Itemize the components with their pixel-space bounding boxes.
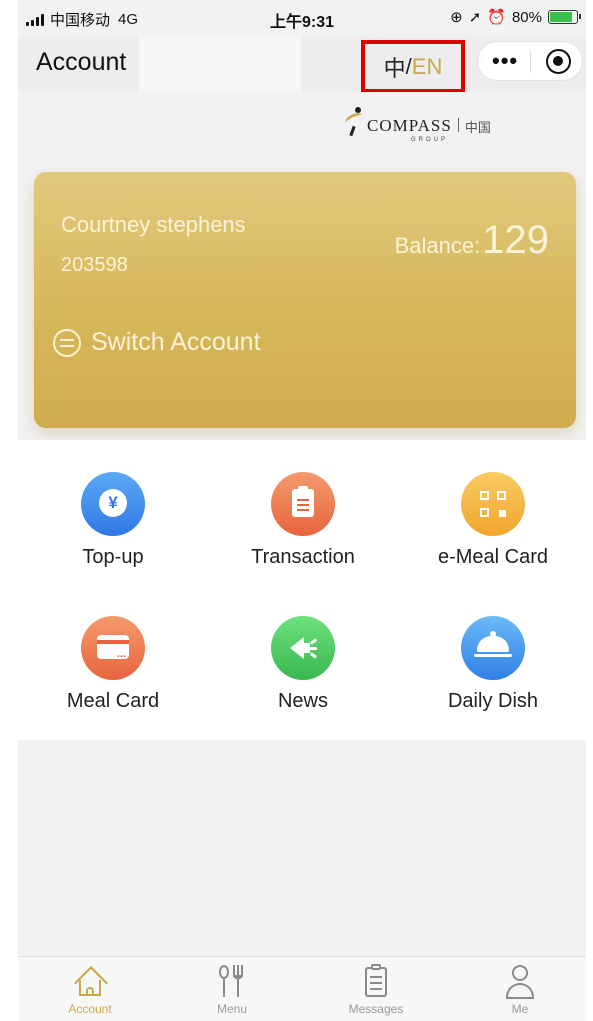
tab-me[interactable]: Me xyxy=(470,963,570,1016)
status-bar: 中国移动 4G 上午9:31 ⊕ ➚ ⏰ 80% xyxy=(18,0,586,36)
title-bar: Account 中 / EN ••• xyxy=(18,36,586,93)
lang-en: EN xyxy=(411,53,443,79)
close-target-icon[interactable] xyxy=(546,49,571,74)
tab-label: Account xyxy=(68,1002,112,1016)
logo-strip: COMPASS GROUP 中国 xyxy=(18,92,586,166)
grid-item-transaction[interactable]: Transaction xyxy=(208,472,398,569)
fork-spoon-icon xyxy=(215,963,249,999)
page-title: Account xyxy=(36,48,127,76)
tab-menu[interactable]: Menu xyxy=(182,963,282,1016)
tab-label: Messages xyxy=(348,1002,404,1016)
yen-coin-icon: ¥ xyxy=(81,472,145,536)
language-toggle[interactable]: 中 / EN xyxy=(361,40,465,93)
account-id: 203598 xyxy=(61,254,128,276)
balance: Balance:129 xyxy=(395,218,549,263)
status-right: ⊕ ➚ ⏰ 80% xyxy=(450,8,581,26)
logo-group: GROUP xyxy=(411,137,449,143)
clipboard-icon xyxy=(359,963,393,999)
account-name: Courtney stephens xyxy=(61,212,246,237)
function-grid: ¥ Top-up Transaction e-Meal Card Meal Ca… xyxy=(18,440,586,740)
grid-item-news[interactable]: News xyxy=(208,616,398,713)
lang-zh: 中 xyxy=(383,55,406,81)
grid-item-top-up[interactable]: ¥ Top-up xyxy=(18,472,208,569)
tab-label: Menu xyxy=(216,1002,248,1016)
tab-label: Me xyxy=(511,1002,529,1016)
battery-icon xyxy=(548,10,581,24)
switch-account-button[interactable]: Switch Account xyxy=(53,328,261,357)
grid-item-meal-card[interactable]: Meal Card xyxy=(18,616,208,713)
switch-account-label: Switch Account xyxy=(91,328,261,356)
phone-screen: 中国移动 4G 上午9:31 ⊕ ➚ ⏰ 80% Account 中 / EN … xyxy=(18,0,586,1021)
grid-item-label: e-Meal Card xyxy=(437,546,549,568)
grid-item-label: Meal Card xyxy=(66,690,160,712)
speaker-icon xyxy=(271,616,335,680)
tab-bar: Account Menu Messages Me xyxy=(18,956,586,1021)
battery-percent: 80% xyxy=(511,8,542,26)
grid-item-label: News xyxy=(277,690,328,712)
rotation-lock-icon: ⊕ xyxy=(450,9,463,26)
logo-region: 中国 xyxy=(464,120,491,135)
tab-account[interactable]: Account xyxy=(40,963,140,1016)
alarm-icon: ⏰ xyxy=(487,9,506,26)
balance-label: Balance: xyxy=(394,233,481,258)
location-icon: ➚ xyxy=(468,9,482,26)
grid-item-daily-dish[interactable]: Daily Dish xyxy=(398,616,586,713)
logo-divider xyxy=(457,118,459,132)
clipboard-icon xyxy=(271,472,335,536)
switch-icon xyxy=(53,328,81,357)
miniprogram-capsule: ••• xyxy=(477,41,583,81)
more-icon[interactable]: ••• xyxy=(492,48,518,74)
person-icon xyxy=(503,963,537,999)
capsule-divider xyxy=(530,51,531,73)
grid-item-label: Daily Dish xyxy=(447,690,539,712)
card-icon xyxy=(81,616,145,680)
title-blank-area xyxy=(139,36,301,92)
cloche-icon xyxy=(461,616,525,680)
logo-brand: COMPASS xyxy=(367,116,452,135)
grid-item-e-meal-card[interactable]: e-Meal Card xyxy=(398,472,586,569)
tab-messages[interactable]: Messages xyxy=(326,963,426,1016)
account-card: Courtney stephens 203598 Balance:129 Swi… xyxy=(34,172,576,428)
grid-item-label: Transaction xyxy=(251,546,355,568)
grid-item-label: Top-up xyxy=(82,546,144,568)
compass-swoosh-icon xyxy=(343,102,367,142)
qr-code-icon xyxy=(461,472,525,536)
compass-logo: COMPASS GROUP 中国 xyxy=(343,102,491,143)
home-icon xyxy=(73,963,108,1000)
balance-value: 129 xyxy=(482,218,549,262)
